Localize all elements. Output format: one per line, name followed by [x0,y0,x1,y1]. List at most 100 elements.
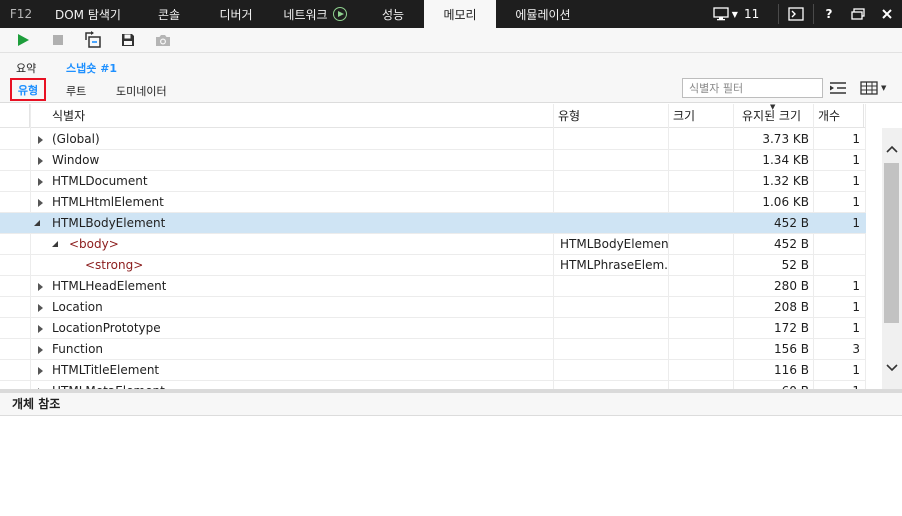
row-count: 1 [852,321,860,335]
close-button[interactable] [872,0,902,28]
table-row[interactable]: <strong> HTMLPhraseElem... 52 B [0,255,866,276]
tab-performance[interactable]: 성능 [362,0,424,28]
grid-header: 식별자 유형 크기 유지된 크기 ▼ 개수 [0,104,866,128]
expand-icon[interactable] [38,283,43,291]
header-count[interactable]: 개수 [814,104,864,128]
chevron-down-icon: ▼ [881,84,887,92]
console-button[interactable] [779,0,813,28]
take-snapshot-button[interactable] [152,29,174,51]
save-icon [122,34,134,46]
scrollbar-thumb[interactable] [884,163,899,323]
row-retained-size: 156 B [774,342,809,356]
row-count [813,234,860,255]
scroll-up-icon[interactable] [886,145,898,153]
save-button[interactable] [117,29,139,51]
close-icon [882,9,892,19]
undock-button[interactable] [844,0,872,28]
header-size[interactable]: 크기 [669,104,734,128]
table-row[interactable]: <body> HTMLBodyElement 452 B [0,234,866,255]
table-row[interactable]: (Global) 3.73 KB 1 [0,129,866,150]
object-references-header: 개체 참조 [0,393,902,416]
row-count: 1 [852,153,860,167]
expand-icon[interactable] [38,346,43,354]
row-identifier: HTMLDocument [52,174,148,188]
memory-toolbar [0,28,902,53]
stop-profiling-button[interactable] [47,29,69,51]
scroll-down-icon[interactable] [886,364,898,372]
import-button[interactable] [82,29,104,51]
help-icon: ? [825,7,833,21]
table-row[interactable]: HTMLHtmlElement 1.06 KB 1 [0,192,866,213]
row-retained-size: 3.73 KB [762,132,809,146]
camera-icon [156,34,170,46]
row-identifier: HTMLHeadElement [52,279,167,293]
row-retained-size: 1.34 KB [762,153,809,167]
tab-network[interactable]: 네트워크 [268,0,362,28]
view-tab-dominator[interactable]: 도미네이터 [116,83,167,99]
row-count: 1 [852,363,860,377]
row-retained-size: 1.32 KB [762,174,809,188]
expand-icon[interactable] [38,304,43,312]
view-tab-type[interactable]: 유형 [10,78,46,101]
start-profiling-button[interactable] [12,29,34,51]
row-identifier: HTMLBodyElement [52,216,166,230]
row-type [560,192,668,213]
table-row[interactable]: LocationPrototype 172 B 1 [0,318,866,339]
breadcrumb-snapshot[interactable]: 스냅숏 #1 [66,60,117,76]
table-row-selected[interactable]: HTMLBodyElement 452 B 1 [0,213,866,234]
table-row[interactable]: Window 1.34 KB 1 [0,150,866,171]
expand-icon[interactable] [38,325,43,333]
row-count: 1 [852,300,860,314]
expand-icon[interactable] [38,136,43,144]
table-row[interactable]: Function 156 B 3 [0,339,866,360]
collapse-icon[interactable] [52,241,58,247]
top-bar: F12 DOM 탐색기 콘솔 디버거 네트워크 성능 메모리 에뮬레이션 ▼ 1… [0,0,902,28]
header-identifier[interactable]: 식별자 [30,104,554,128]
column-settings-button[interactable]: ▼ [860,80,890,96]
row-count: 1 [852,132,860,146]
collapse-icon[interactable] [34,220,40,226]
table-row[interactable]: HTMLTitleElement 116 B 1 [0,360,866,381]
tab-debugger[interactable]: 디버거 [204,0,268,28]
table-row[interactable]: HTMLHeadElement 280 B 1 [0,276,866,297]
expand-icon[interactable] [38,157,43,165]
row-identifier: HTMLHtmlElement [52,195,164,209]
tab-emulation[interactable]: 에뮬레이션 [496,0,590,28]
row-type [560,318,668,339]
row-identifier: (Global) [52,132,100,146]
expand-icon[interactable] [38,199,43,207]
row-type [560,360,668,381]
tab-memory[interactable]: 메모리 [424,0,496,28]
view-tab-root[interactable]: 루트 [66,83,86,99]
row-type [560,129,668,150]
expand-icon[interactable] [38,178,43,186]
network-recording-icon [332,7,347,21]
table-row[interactable]: HTMLDocument 1.32 KB 1 [0,171,866,192]
grid-scrollbar[interactable] [882,128,902,390]
row-type: HTMLPhraseElem... [560,258,668,272]
header-type[interactable]: 유형 [554,104,669,128]
target-device-dropdown[interactable]: ▼ 11 [706,0,766,28]
row-identifier: Location [52,300,103,314]
row-type [560,276,668,297]
identifier-filter-input[interactable] [682,78,823,98]
row-retained-size: 208 B [774,300,809,314]
tab-dom-explorer[interactable]: DOM 탐색기 [42,0,134,28]
row-identifier: Function [52,342,104,356]
row-type [560,339,668,360]
fold-objects-button[interactable] [828,80,848,96]
device-count: 11 [743,7,760,21]
expand-icon[interactable] [38,367,43,375]
breadcrumb-summary[interactable]: 요약 [16,60,36,76]
top-right-controls: ▼ 11 ? [706,0,902,28]
help-button[interactable]: ? [814,0,844,28]
row-identifier: <body> [69,237,119,251]
sort-descending-icon: ▼ [770,104,776,111]
row-retained-size: 52 B [781,258,809,272]
row-retained-size: 172 B [774,321,809,335]
import-icon [85,31,101,48]
row-count: 3 [852,342,860,356]
header-retained-size[interactable]: 유지된 크기 ▼ [734,104,814,128]
tab-console[interactable]: 콘솔 [134,0,204,28]
table-row[interactable]: Location 208 B 1 [0,297,866,318]
